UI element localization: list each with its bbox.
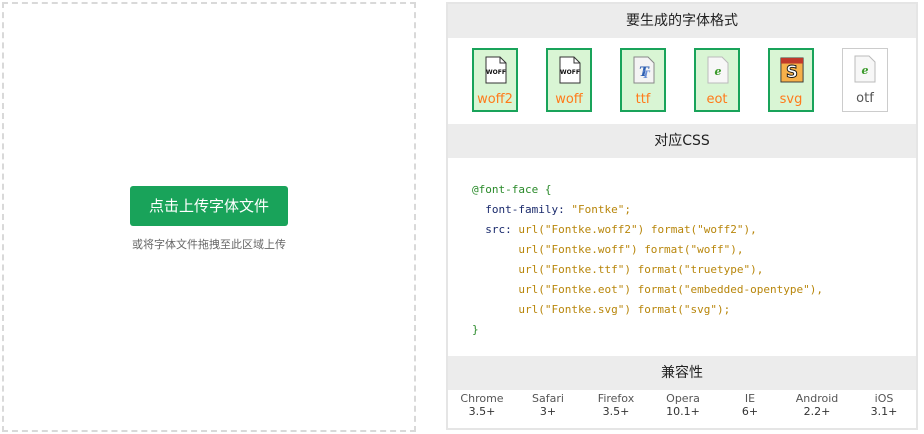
svg-text:WOFF: WOFF (560, 69, 580, 76)
svg-text:S: S (786, 62, 798, 81)
code-close: } (472, 323, 479, 336)
css-title: 对应CSS (448, 124, 916, 158)
format-label: ttf (635, 92, 651, 107)
browser-name: Safari (532, 392, 564, 405)
format-label: svg (779, 92, 803, 107)
compat-ios: iOS 3.1+ (851, 392, 917, 418)
code-at-rule: @font-face { (472, 183, 552, 196)
format-label: woff2 (477, 92, 513, 107)
browser-name: Firefox (597, 392, 635, 405)
format-list: WOFF woff2 WOFF woff T T ttf e eot S svg… (448, 42, 916, 122)
browser-name: Android (795, 392, 839, 405)
upload-font-button[interactable]: 点击上传字体文件 (130, 186, 288, 226)
browser-name: Opera (666, 392, 700, 405)
format-svg[interactable]: S svg (768, 48, 814, 112)
woff-file-icon: WOFF (484, 56, 508, 84)
format-label: woff (555, 92, 583, 107)
code-value: url("Fontke.ttf") format("truetype"), (518, 263, 764, 276)
format-label: eot (706, 92, 728, 107)
browser-version: 3.5+ (602, 405, 630, 418)
svg-text:e: e (862, 64, 869, 77)
code-value: url("Fontke.woff2") format("woff2"), (518, 223, 757, 236)
upload-hint: 或将字体文件拖拽至此区域上传 (132, 238, 286, 251)
code-value: url("Fontke.svg") format("svg"); (518, 303, 731, 316)
output-panel: 要生成的字体格式 WOFF woff2 WOFF woff T T ttf e … (446, 2, 918, 430)
format-label: otf (856, 91, 874, 106)
browser-version: 3+ (539, 405, 557, 418)
eot-file-icon: e (706, 56, 730, 84)
browser-version: 2.2+ (803, 405, 831, 418)
formats-title: 要生成的字体格式 (448, 4, 916, 38)
upload-dropzone[interactable]: 点击上传字体文件 或将字体文件拖拽至此区域上传 (2, 2, 416, 432)
code-value: "Fontke"; (571, 203, 631, 216)
format-otf[interactable]: e otf (842, 48, 888, 112)
browser-name: IE (744, 392, 756, 405)
compat-title: 兼容性 (448, 356, 916, 390)
compat-ie: IE 6+ (717, 392, 783, 418)
svg-file-icon: S (780, 56, 804, 84)
compat-firefox: Firefox 3.5+ (583, 392, 649, 418)
format-ttf[interactable]: T T ttf (620, 48, 666, 112)
code-prop: src: (485, 223, 512, 236)
format-eot[interactable]: e eot (694, 48, 740, 112)
ttf-file-icon: T T (632, 56, 656, 84)
code-prop: font-family: (485, 203, 565, 216)
format-woff2[interactable]: WOFF woff2 (472, 48, 518, 112)
browser-name: iOS (874, 392, 894, 405)
browser-version: 6+ (741, 405, 759, 418)
browser-version: 3.1+ (870, 405, 898, 418)
format-woff[interactable]: WOFF woff (546, 48, 592, 112)
svg-text:e: e (715, 65, 722, 78)
woff-file-icon: WOFF (558, 56, 582, 84)
otf-file-icon: e (853, 55, 877, 83)
compat-safari: Safari 3+ (515, 392, 581, 418)
compat-chrome: Chrome 3.5+ (449, 392, 515, 418)
browser-version: 10.1+ (666, 405, 700, 418)
browser-name: Chrome (460, 392, 504, 405)
compat-android: Android 2.2+ (784, 392, 850, 418)
browser-version: 3.5+ (468, 405, 496, 418)
code-value: url("Fontke.woff") format("woff"), (518, 243, 744, 256)
css-code-block: @font-face { font-family: "Fontke"; src:… (472, 180, 912, 340)
compat-opera: Opera 10.1+ (650, 392, 716, 418)
svg-text:WOFF: WOFF (486, 69, 506, 76)
code-value: url("Fontke.eot") format("embedded-opent… (518, 283, 823, 296)
